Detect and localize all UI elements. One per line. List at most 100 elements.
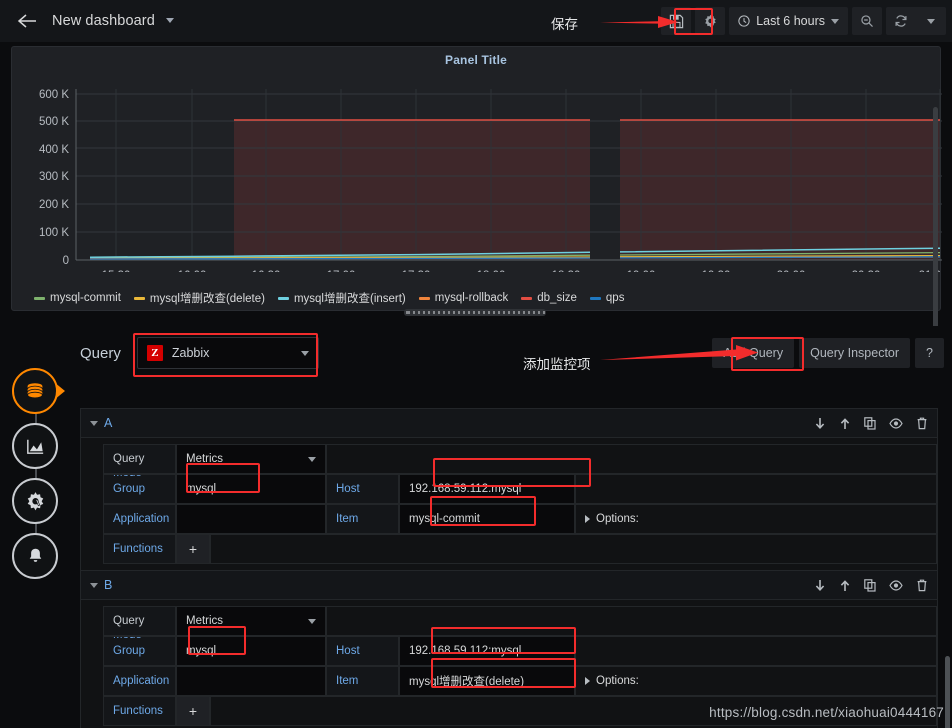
svg-text:200 K: 200 K bbox=[39, 199, 69, 211]
legend-item[interactable]: mysql-commit bbox=[34, 292, 121, 304]
chevron-down-icon[interactable] bbox=[90, 582, 98, 588]
group-label: Mode Group bbox=[103, 474, 176, 504]
rail-connector bbox=[35, 394, 37, 552]
sidebar-item-general-settings[interactable] bbox=[12, 478, 58, 524]
panel-scrollbar[interactable] bbox=[933, 107, 938, 337]
chevron-down-icon[interactable] bbox=[831, 18, 839, 24]
item-label: Item bbox=[326, 504, 399, 534]
toggle-visibility-icon[interactable] bbox=[889, 579, 903, 592]
edit-mode-sidebar bbox=[12, 368, 65, 579]
help-button[interactable]: ? bbox=[915, 338, 944, 368]
back-arrow-icon[interactable] bbox=[16, 10, 38, 32]
query-mode-select[interactable]: Metrics bbox=[176, 606, 326, 636]
sidebar-item-visualization[interactable] bbox=[12, 423, 58, 469]
panel-resize-handle[interactable] bbox=[404, 309, 546, 316]
query-mode-label-text: Query bbox=[113, 453, 145, 465]
group-label-text: Group bbox=[113, 645, 145, 657]
host-label: Host bbox=[326, 636, 399, 666]
chevron-down-icon[interactable] bbox=[90, 420, 98, 426]
delete-icon[interactable] bbox=[916, 579, 928, 592]
options-toggle[interactable]: Options: bbox=[575, 504, 937, 534]
sidebar-item-alert[interactable] bbox=[12, 533, 58, 579]
svg-text:600 K: 600 K bbox=[39, 89, 69, 101]
functions-row: Functions + bbox=[103, 534, 937, 564]
item-input[interactable]: mysql-commit bbox=[399, 504, 575, 534]
svg-text:21:00: 21:00 bbox=[919, 270, 942, 272]
item-input[interactable]: mysql增删改查(delete) bbox=[399, 666, 575, 696]
group-input[interactable]: mysql bbox=[176, 474, 326, 504]
zoom-out-time-button[interactable] bbox=[852, 7, 882, 35]
query-mode-value: Metrics bbox=[186, 453, 224, 465]
datasource-name: Zabbix bbox=[171, 346, 210, 360]
chevron-down-icon[interactable] bbox=[166, 18, 175, 23]
item-value: mysql-commit bbox=[409, 513, 480, 525]
grafana-dashboard-edit-page: New dashboard Last 6 hours 保存 Panel Titl… bbox=[0, 0, 952, 728]
query-editor-header: Query Z Zabbix Add Query Query Inspector… bbox=[68, 326, 952, 380]
move-up-icon[interactable] bbox=[839, 417, 851, 430]
refresh-button[interactable] bbox=[886, 7, 916, 35]
legend-item[interactable]: db_size bbox=[521, 292, 577, 304]
move-down-icon[interactable] bbox=[814, 579, 826, 592]
svg-text:400 K: 400 K bbox=[39, 144, 69, 156]
top-navbar: New dashboard Last 6 hours bbox=[0, 0, 952, 42]
dashboard-settings-button[interactable] bbox=[695, 7, 726, 35]
group-host-row: Mode Group mysql Host 192.168.59.112:mys… bbox=[103, 474, 937, 504]
refresh-controls bbox=[886, 7, 946, 35]
group-input[interactable]: mysql bbox=[176, 636, 326, 666]
host-label-text: Host bbox=[336, 483, 360, 495]
group-value: mysql bbox=[186, 645, 217, 657]
time-range-picker[interactable]: Last 6 hours bbox=[729, 7, 848, 35]
svg-text:100 K: 100 K bbox=[39, 227, 69, 239]
delete-icon[interactable] bbox=[916, 417, 928, 430]
sidebar-item-queries[interactable] bbox=[12, 368, 58, 414]
item-label-text: Item bbox=[336, 513, 359, 525]
host-input[interactable]: 192.168.59.112:mysql bbox=[399, 636, 575, 666]
move-up-icon[interactable] bbox=[839, 579, 851, 592]
query-section-label: Query bbox=[80, 344, 121, 362]
query-row-header: B bbox=[80, 570, 938, 600]
move-down-icon[interactable] bbox=[814, 417, 826, 430]
application-label-text: Application bbox=[113, 675, 170, 687]
query-mode-ghost-label: Mode bbox=[113, 475, 142, 479]
legend-item[interactable]: mysql增删改查(insert) bbox=[277, 290, 406, 306]
legend-item[interactable]: mysql-rollback bbox=[418, 292, 508, 304]
legend-color-swatch bbox=[521, 296, 533, 300]
datasource-picker[interactable]: Z Zabbix bbox=[136, 337, 319, 369]
options-toggle[interactable]: Options: bbox=[575, 666, 937, 696]
item-label-text: Item bbox=[336, 675, 359, 687]
functions-label-text: Functions bbox=[113, 543, 163, 555]
duplicate-icon[interactable] bbox=[864, 416, 876, 430]
clock-icon bbox=[738, 15, 750, 27]
host-input[interactable]: 192.168.59.112:mysql bbox=[399, 474, 575, 504]
add-function-button[interactable]: + bbox=[176, 534, 210, 564]
query-mode-select[interactable]: Metrics bbox=[176, 444, 326, 474]
query-editor-scrollbar[interactable] bbox=[945, 656, 950, 728]
legend-item[interactable]: qps bbox=[589, 292, 624, 304]
dashboard-title-text: New dashboard bbox=[52, 13, 155, 29]
query-row-header: A bbox=[80, 408, 938, 438]
legend-item[interactable]: mysql增删改查(delete) bbox=[133, 290, 265, 306]
spacer-cell bbox=[575, 636, 937, 666]
spacer-cell bbox=[326, 606, 937, 636]
query-inspector-button[interactable]: Query Inspector bbox=[799, 338, 911, 368]
query-mode-row: Query Metrics bbox=[103, 444, 937, 474]
svg-text:16:00: 16:00 bbox=[178, 270, 207, 272]
svg-text:17:30: 17:30 bbox=[402, 270, 431, 272]
chart-legend: mysql-commit mysql增删改查(delete) mysql增删改查… bbox=[12, 290, 942, 306]
query-mode-label: Query bbox=[103, 444, 176, 474]
toggle-visibility-icon[interactable] bbox=[889, 417, 903, 430]
refresh-icon bbox=[895, 15, 907, 27]
add-function-button[interactable]: + bbox=[176, 696, 210, 726]
refresh-interval-dropdown[interactable] bbox=[916, 7, 946, 35]
legend-label: mysql-commit bbox=[50, 292, 121, 304]
graph-canvas[interactable]: 600 K 500 K 400 K 300 K 200 K 100 K 0 bbox=[12, 67, 947, 282]
svg-text:16:30: 16:30 bbox=[252, 270, 281, 272]
duplicate-icon[interactable] bbox=[864, 578, 876, 592]
svg-text:300 K: 300 K bbox=[39, 171, 69, 183]
zabbix-logo-icon: Z bbox=[146, 345, 163, 361]
svg-text:19:30: 19:30 bbox=[702, 270, 731, 272]
query-mode-row: Query Metrics bbox=[103, 606, 937, 636]
application-input[interactable] bbox=[176, 666, 326, 696]
options-label: Options: bbox=[596, 675, 639, 687]
application-input[interactable] bbox=[176, 504, 326, 534]
